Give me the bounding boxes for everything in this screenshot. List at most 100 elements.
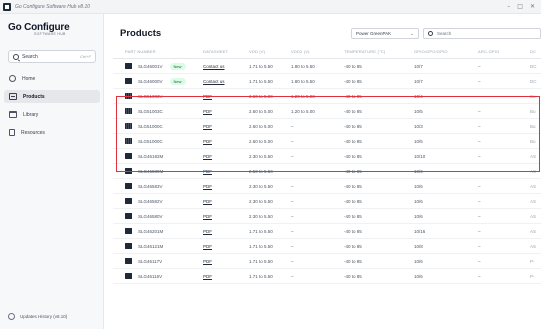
table-row[interactable]: SLG46116V PDF 1.71 to 5.50 – -40 to 85 10/6 – P… — [113, 269, 541, 284]
datasheet-link[interactable]: PDF — [203, 259, 212, 264]
part-number[interactable]: SLG46182M — [138, 154, 163, 159]
datasheet-link[interactable]: PDF — [203, 274, 212, 279]
column-header-gpio[interactable]: GPIO/GPO/GPIO — [414, 49, 478, 54]
datasheet-cell: PDF — [203, 199, 249, 204]
arc-gpio-cell: – — [478, 183, 481, 189]
table-row[interactable]: SLG46582V PDF 2.30 to 5.50 – -40 to 85 10/6 – A… — [113, 194, 541, 209]
datasheet-link[interactable]: PDF — [203, 229, 212, 234]
datasheet-link[interactable]: PDF — [203, 199, 212, 204]
part-number[interactable]: SLG46582V — [138, 199, 163, 204]
part-number[interactable]: SLG51000C — [138, 124, 163, 129]
gpio-cell: 10/6 — [414, 168, 423, 174]
column-header-part-number[interactable]: PART NUMBER — [113, 49, 203, 54]
search-icon — [13, 53, 19, 60]
part-number-cell: SLG51000C — [113, 123, 203, 129]
sidebar-item-label: Home — [22, 75, 36, 82]
table-row[interactable]: SLG46201M PDF 1.71 to 5.50 – -40 to 85 10/16 –… — [113, 224, 541, 239]
part-number[interactable]: SLG51003C — [138, 109, 163, 114]
updates-history-link[interactable]: Updates History (v8.10) — [8, 313, 67, 320]
app-icon — [3, 2, 11, 11]
extra-cell: AS — [530, 198, 537, 204]
sidebar-item-products[interactable]: Products — [4, 90, 100, 103]
maximize-icon[interactable]: □ — [517, 3, 523, 10]
part-number[interactable]: SLG51000C — [138, 139, 163, 144]
part-number[interactable]: SLG46121M — [138, 244, 163, 249]
part-number[interactable]: SLG46580V — [138, 214, 163, 219]
arc-gpio-cell: – — [478, 213, 481, 219]
table-row[interactable]: SLG46001V New Contact us 1.71 to 5.50 1.80 t… — [113, 59, 541, 74]
vdd-cell: 2.50 to 5.50 — [249, 168, 273, 174]
table-row[interactable]: SLG46583V PDF 2.30 to 5.50 – -40 to 85 10/6 – A… — [113, 179, 541, 194]
product-search-input[interactable] — [437, 31, 527, 36]
vdd-cell: 2.60 to 5.00 — [249, 123, 273, 129]
minimize-icon[interactable]: – — [507, 3, 510, 10]
family-filter-dropdown[interactable]: Power GreenPAK ⌄ — [351, 28, 419, 39]
column-header-datasheet[interactable]: DATASHEET — [203, 49, 249, 54]
sidebar: Go Configure SOFTWARE HUB Search Ctrl+F … — [0, 14, 104, 329]
part-number-cell: SLG46117V — [113, 258, 203, 264]
table-row[interactable]: SLG51003V PDF 2.60 to 5.00 1.20 to 5.00 -40 … — [113, 89, 541, 104]
vdd-cell: 2.60 to 5.00 — [249, 93, 273, 99]
datasheet-cell: PDF — [203, 169, 249, 174]
datasheet-cell: PDF — [203, 109, 249, 114]
temperature-cell: -40 to 85 — [344, 108, 362, 114]
table-row[interactable]: SLG46580V PDF 2.30 to 5.50 – -40 to 85 10/6 – A… — [113, 209, 541, 224]
gpio-cell: 10/6 — [414, 183, 423, 189]
datasheet-link[interactable]: PDF — [203, 184, 212, 189]
table-row[interactable]: SLG51000C PDF 2.60 to 5.00 – -40 to 85 10/5 – B… — [113, 134, 541, 149]
part-number-cell: SLG46000V New — [113, 77, 203, 85]
table-row[interactable]: SLG46117V PDF 1.71 to 5.50 – -40 to 85 10/6 – P… — [113, 254, 541, 269]
close-icon[interactable]: ✕ — [530, 3, 535, 10]
vdd2-cell: – — [291, 258, 294, 264]
temperature-cell: -40 to 85 — [344, 198, 362, 204]
column-header-temperature[interactable]: TEMPERATURE (°C) — [344, 49, 414, 54]
product-search-box[interactable] — [423, 28, 541, 39]
column-header-arc-gpio[interactable]: ARC-GPIO — [478, 49, 530, 54]
package-thumbnail-icon — [125, 198, 132, 204]
table-row[interactable]: SLG46000V New Contact us 1.71 to 5.50 1.80 t… — [113, 74, 541, 89]
table-row[interactable]: SLG46589M PDF 2.50 to 5.50 – -40 to 85 10/6 – A… — [113, 164, 541, 179]
table-row[interactable]: SLG46182M PDF 2.30 to 5.50 – -40 to 85 10/10 –… — [113, 149, 541, 164]
arc-gpio-cell: – — [478, 63, 481, 69]
table-row[interactable]: SLG46121M PDF 1.71 to 5.50 – -40 to 85 10/8 – A… — [113, 239, 541, 254]
sidebar-search-button[interactable]: Search Ctrl+F — [8, 50, 96, 63]
sidebar-item-label: Resources — [21, 129, 45, 136]
datasheet-link[interactable]: PDF — [203, 154, 212, 159]
part-number[interactable]: SLG51003V — [138, 94, 163, 99]
column-header-vdd2[interactable]: VDD2 (V) — [291, 49, 344, 54]
datasheet-link[interactable]: PDF — [203, 94, 212, 99]
gpio-cell: 10/8 — [414, 243, 423, 249]
datasheet-cell: Contact us — [203, 79, 249, 84]
datasheet-link[interactable]: PDF — [203, 169, 212, 174]
datasheet-link[interactable]: PDF — [203, 124, 212, 129]
table-row[interactable]: SLG51000C PDF 2.60 to 5.00 – -40 to 85 10/3 – B… — [113, 119, 541, 134]
part-number[interactable]: SLG46116V — [138, 274, 162, 279]
datasheet-link[interactable]: Contact us — [203, 79, 225, 84]
vdd2-cell: 1.20 to 5.00 — [291, 93, 315, 99]
sidebar-item-home[interactable]: Home — [4, 72, 100, 85]
datasheet-link[interactable]: PDF — [203, 109, 212, 114]
package-thumbnail-icon — [125, 243, 132, 249]
datasheet-cell: PDF — [203, 124, 249, 129]
app-logo[interactable]: Go Configure SOFTWARE HUB — [8, 22, 70, 36]
column-header-vdd[interactable]: VDD (V) — [249, 49, 291, 54]
part-number[interactable]: SLG46583V — [138, 184, 163, 189]
datasheet-link[interactable]: PDF — [203, 139, 212, 144]
part-number[interactable]: SLG46001V — [138, 64, 163, 69]
arc-gpio-cell: – — [478, 93, 481, 99]
package-thumbnail-icon — [125, 273, 132, 279]
vdd-cell: 1.71 to 5.50 — [249, 273, 273, 279]
part-number[interactable]: SLG46117V — [138, 259, 162, 264]
sidebar-item-resources[interactable]: Resources — [4, 126, 100, 139]
part-number[interactable]: SLG46589M — [138, 169, 163, 174]
datasheet-link[interactable]: Contact us — [203, 64, 225, 69]
vdd2-cell: – — [291, 138, 294, 144]
sidebar-item-library[interactable]: Library — [4, 108, 100, 121]
part-number[interactable]: SLG46201M — [138, 229, 163, 234]
datasheet-link[interactable]: PDF — [203, 244, 212, 249]
part-number[interactable]: SLG46000V — [138, 79, 163, 84]
table-row[interactable]: SLG51003C PDF 2.60 to 5.00 1.20 to 5.00 -40 … — [113, 104, 541, 119]
window-titlebar: Go Configure Software Hub v8.10 – □ ✕ — [0, 0, 541, 14]
datasheet-link[interactable]: PDF — [203, 214, 212, 219]
column-header-extra[interactable]: DC — [530, 49, 541, 54]
